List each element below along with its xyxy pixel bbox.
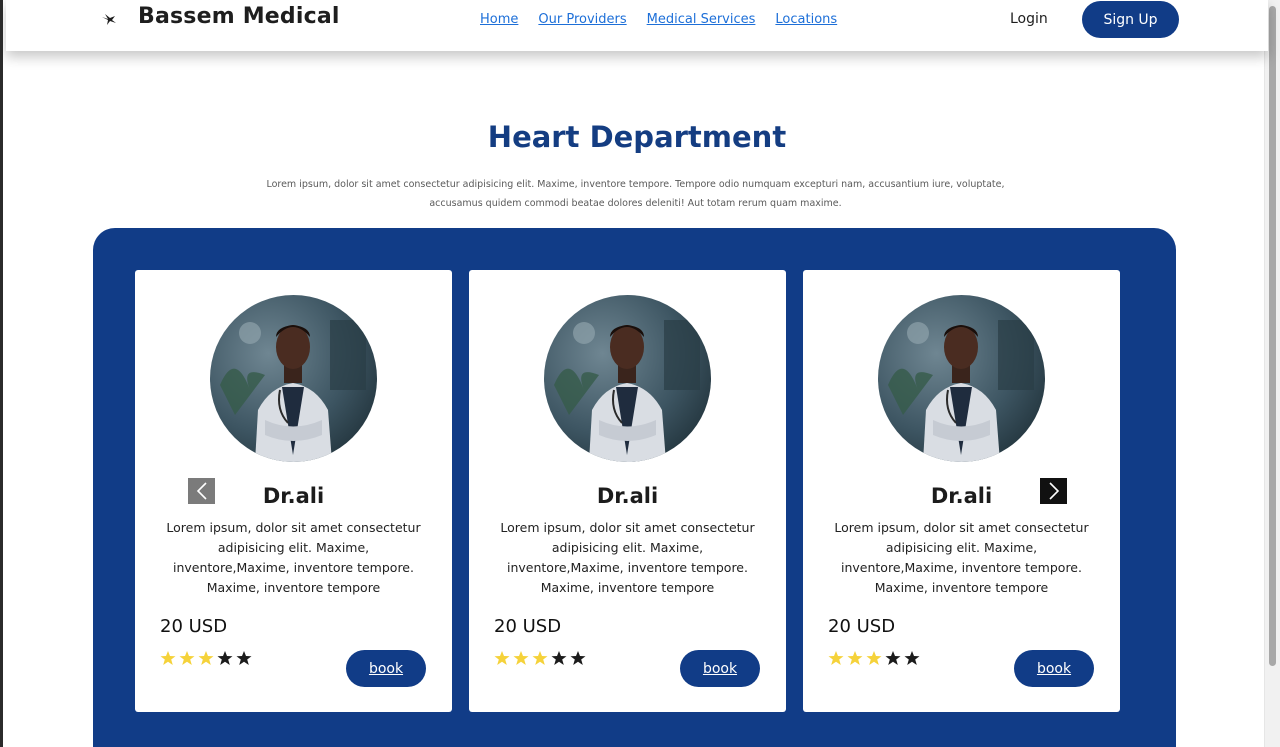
doctor-name: Dr.ali bbox=[930, 484, 993, 508]
star-filled-icon bbox=[179, 651, 195, 665]
star-filled-icon bbox=[847, 651, 863, 665]
doctor-photo bbox=[544, 295, 711, 462]
rating-stars bbox=[828, 650, 920, 666]
carousel-prev-button[interactable] bbox=[188, 478, 215, 504]
star-filled-icon bbox=[828, 651, 844, 665]
main-nav: Home Our Providers Medical Services Loca… bbox=[480, 12, 857, 27]
star-empty-icon bbox=[217, 651, 233, 665]
page-scrollbar[interactable] bbox=[1264, 0, 1280, 747]
star-empty-icon bbox=[551, 651, 567, 665]
signup-button[interactable]: Sign Up bbox=[1082, 1, 1179, 38]
doctor-carousel: Dr.ali Lorem ipsum, dolor sit amet conse… bbox=[93, 228, 1176, 747]
book-button[interactable]: book bbox=[1014, 650, 1094, 687]
doctor-price: 20 USD bbox=[494, 616, 562, 637]
section-title: Heart Department bbox=[487, 120, 787, 154]
chevron-right-icon bbox=[1048, 482, 1059, 500]
doctor-photo bbox=[210, 295, 377, 462]
section-description: Lorem ipsum, dolor sit amet consectetur … bbox=[266, 179, 1005, 209]
doctor-description: Lorem ipsum, dolor sit amet consectetur … bbox=[500, 520, 755, 595]
chevron-left-icon bbox=[196, 482, 207, 500]
star-filled-icon bbox=[532, 651, 548, 665]
browser-viewport: Bassem Medical Home Our Providers Medica… bbox=[0, 0, 1280, 747]
star-filled-icon bbox=[198, 651, 214, 665]
book-button[interactable]: book bbox=[346, 650, 426, 687]
book-button[interactable]: book bbox=[680, 650, 760, 687]
doctor-name: Dr.ali bbox=[262, 484, 325, 508]
star-filled-icon bbox=[866, 651, 882, 665]
doctor-avatar bbox=[544, 295, 711, 462]
doctor-price: 20 USD bbox=[828, 616, 896, 637]
rating-stars bbox=[160, 650, 252, 666]
doctor-photo bbox=[878, 295, 1045, 462]
brand-name[interactable]: Bassem Medical bbox=[138, 4, 340, 29]
doctor-avatar bbox=[210, 295, 377, 462]
star-empty-icon bbox=[904, 651, 920, 665]
login-button[interactable]: Login bbox=[1010, 11, 1048, 27]
nav-link-home[interactable]: Home bbox=[480, 12, 518, 27]
star-filled-icon bbox=[494, 651, 510, 665]
doctor-card-1: Dr.ali Lorem ipsum, dolor sit amet conse… bbox=[135, 270, 452, 712]
nav-link-medical-services[interactable]: Medical Services bbox=[647, 12, 756, 27]
doctor-price: 20 USD bbox=[160, 616, 228, 637]
site-header: Bassem Medical Home Our Providers Medica… bbox=[6, 0, 1268, 51]
doctor-card-3: Dr.ali Lorem ipsum, dolor sit amet conse… bbox=[803, 270, 1120, 712]
rating-stars bbox=[494, 650, 586, 666]
nav-link-locations[interactable]: Locations bbox=[775, 12, 837, 27]
star-empty-icon bbox=[236, 651, 252, 665]
carousel-next-button[interactable] bbox=[1040, 478, 1067, 504]
star-empty-icon bbox=[570, 651, 586, 665]
doctor-card-2: Dr.ali Lorem ipsum, dolor sit amet conse… bbox=[469, 270, 786, 712]
scrollbar-thumb[interactable] bbox=[1269, 6, 1276, 666]
nav-link-our-providers[interactable]: Our Providers bbox=[538, 12, 626, 27]
doctor-description: Lorem ipsum, dolor sit amet consectetur … bbox=[834, 520, 1089, 595]
star-empty-icon bbox=[885, 651, 901, 665]
doctor-description: Lorem ipsum, dolor sit amet consectetur … bbox=[166, 520, 421, 595]
bird-logo-icon[interactable] bbox=[101, 11, 117, 27]
star-filled-icon bbox=[160, 651, 176, 665]
doctor-name: Dr.ali bbox=[596, 484, 659, 508]
doctor-avatar bbox=[878, 295, 1045, 462]
star-filled-icon bbox=[513, 651, 529, 665]
